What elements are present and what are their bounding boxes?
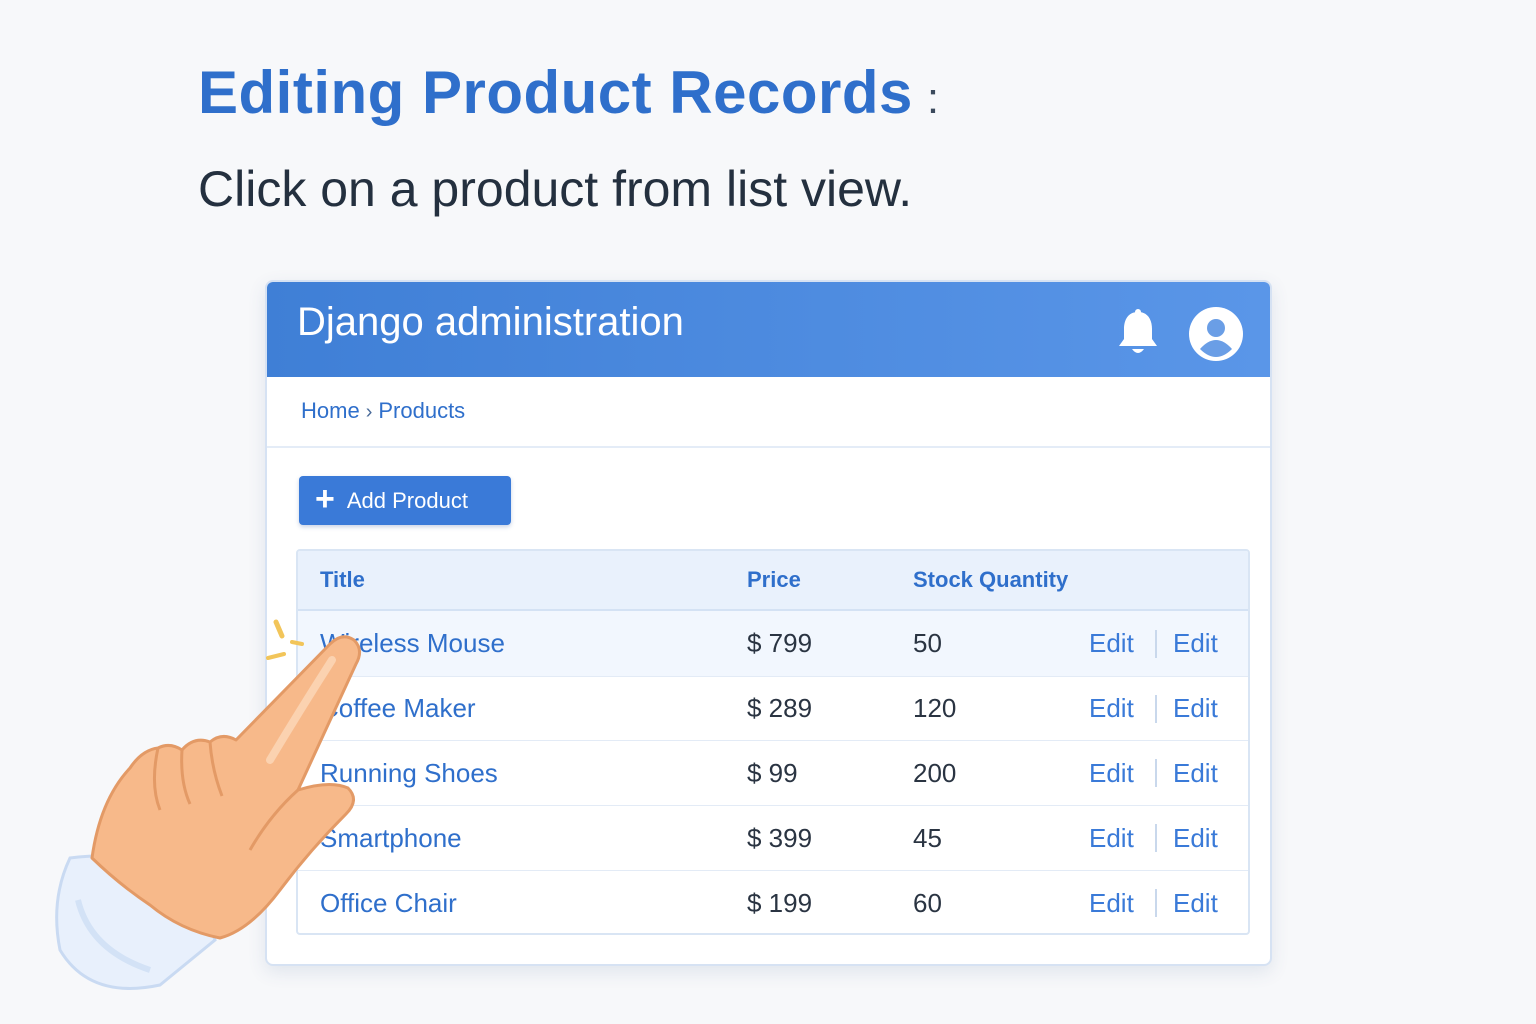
product-stock: 200 xyxy=(913,757,957,788)
product-title-link[interactable]: Smartphone xyxy=(320,806,462,870)
add-product-button[interactable]: + Add Product xyxy=(299,476,511,525)
product-price: $ 99 xyxy=(747,757,798,788)
breadcrumb-products[interactable]: Products xyxy=(378,398,465,423)
breadcrumb-home[interactable]: Home xyxy=(301,398,360,423)
column-header-price[interactable]: Price xyxy=(747,551,801,609)
action-divider xyxy=(1155,824,1157,852)
admin-window: Django administration Home › Products + Ad… xyxy=(265,280,1272,966)
table-row: Running Shoes $ 99 200 Edit Edit xyxy=(298,741,1248,806)
edit-link[interactable]: Edit xyxy=(1173,677,1218,740)
slide-title: Editing Product Records: xyxy=(198,58,940,127)
edit-link[interactable]: Edit xyxy=(1089,741,1134,805)
table-header-row: Title Price Stock Quantity xyxy=(298,551,1248,611)
edit-link[interactable]: Edit xyxy=(1173,741,1218,805)
action-divider xyxy=(1155,889,1157,917)
bell-icon[interactable] xyxy=(1115,308,1161,358)
edit-link[interactable]: Edit xyxy=(1089,871,1134,933)
column-header-stock[interactable]: Stock Quantity xyxy=(913,551,1068,609)
table-row: Wireless Mouse $ 799 50 Edit Edit xyxy=(298,611,1248,677)
admin-header: Django administration xyxy=(267,282,1270,377)
column-header-title[interactable]: Title xyxy=(320,551,365,609)
product-stock: 60 xyxy=(913,887,942,918)
edit-link[interactable]: Edit xyxy=(1089,611,1134,676)
products-table: Title Price Stock Quantity Wireless Mous… xyxy=(296,549,1250,935)
table-row: Coffee Maker $ 289 120 Edit Edit xyxy=(298,677,1248,741)
plus-icon: + xyxy=(315,480,335,518)
add-product-label: Add Product xyxy=(346,487,468,513)
product-title-link[interactable]: Coffee Maker xyxy=(320,677,476,740)
product-title-link[interactable]: Office Chair xyxy=(320,871,457,933)
product-price: $ 399 xyxy=(747,822,813,853)
slide-subtitle: Click on a product from list view. xyxy=(198,161,913,217)
edit-link[interactable]: Edit xyxy=(1173,611,1218,676)
product-title-link[interactable]: Running Shoes xyxy=(320,741,498,805)
edit-link[interactable]: Edit xyxy=(1173,871,1218,933)
product-price: $ 799 xyxy=(747,628,813,658)
table-row: Office Chair $ 199 60 Edit Edit xyxy=(298,871,1248,933)
user-avatar-icon[interactable] xyxy=(1189,307,1243,361)
table-row: Smartphone $ 399 45 Edit Edit xyxy=(298,806,1248,871)
slide-title-colon: : xyxy=(926,74,940,123)
action-divider xyxy=(1155,629,1157,658)
product-price: $ 199 xyxy=(747,887,813,918)
breadcrumb-separator: › xyxy=(365,401,373,423)
breadcrumb: Home › Products xyxy=(301,398,465,424)
product-stock: 50 xyxy=(913,628,942,658)
breadcrumb-divider xyxy=(267,446,1270,448)
admin-site-title[interactable]: Django administration xyxy=(297,300,684,345)
edit-link[interactable]: Edit xyxy=(1173,806,1218,870)
slide-title-text: Editing Product Records xyxy=(198,59,913,126)
product-title-link[interactable]: Wireless Mouse xyxy=(320,611,505,676)
action-divider xyxy=(1155,759,1157,787)
edit-link[interactable]: Edit xyxy=(1089,677,1134,740)
edit-link[interactable]: Edit xyxy=(1089,806,1134,870)
action-divider xyxy=(1155,694,1157,723)
product-stock: 120 xyxy=(913,693,957,723)
product-price: $ 289 xyxy=(747,693,813,723)
product-stock: 45 xyxy=(913,822,942,853)
